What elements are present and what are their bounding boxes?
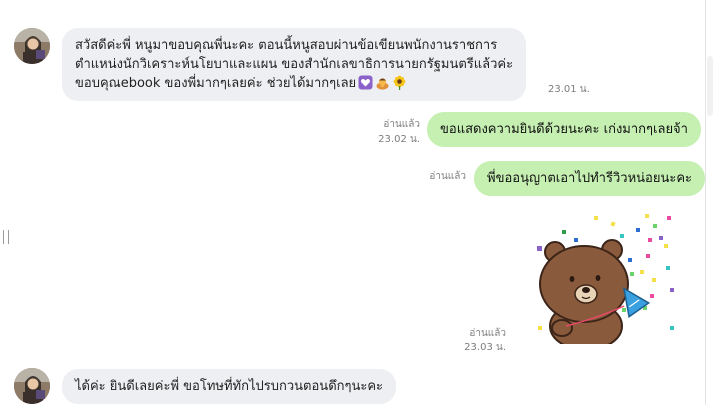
heart-icon <box>358 75 373 90</box>
message-text: ได้ค่ะ ยินดีเลยค่ะพี่ ขอโทษที่ทักไปรบกวน… <box>75 379 384 394</box>
message-bubble-incoming[interactable]: ได้ค่ะ ยินดีเลยค่ะพี่ ขอโทษที่ทักไปรบกวน… <box>62 369 397 404</box>
message-time: 23.02 น. <box>378 134 420 145</box>
message-line: ตำแหน่งนักวิเคราะห์นโยบาและแผน ของสำนักเ… <box>75 57 514 72</box>
message-time: 23.01 น. <box>548 84 590 95</box>
contact-avatar[interactable] <box>14 28 50 64</box>
message-bubble-incoming[interactable]: สวัสดีค่ะพี่ หนูมาขอบคุณพี่นะคะ ตอนนี้หน… <box>62 28 527 101</box>
read-receipt: อ่านแล้ว <box>383 119 420 130</box>
message-bubble-outgoing[interactable]: พี่ขออนุญาตเอาไปทำรีวิวหน่อยนะคะ <box>474 161 705 196</box>
message-bubble-outgoing[interactable]: ขอแสดงความยินดีด้วยนะคะ เก่งมากๆเลยจ้า <box>427 112 701 147</box>
sunflower-icon <box>393 75 406 90</box>
bowing-person-icon <box>376 78 389 90</box>
resize-handle[interactable] <box>3 230 9 244</box>
message-text: พี่ขออนุญาตเอาไปทำรีวิวหน่อยนะคะ <box>487 171 692 186</box>
scrollbar-thumb[interactable] <box>707 56 713 116</box>
contact-avatar[interactable] <box>14 368 50 404</box>
message-time: 23.03 น. <box>464 342 506 353</box>
message-text: ขอแสดงความยินดีด้วยนะคะ เก่งมากๆเลยจ้า <box>440 122 688 137</box>
message-line: ขอบคุณebook ของพี่มากๆเลยค่ะ ช่วยได้มากๆ… <box>75 74 513 93</box>
read-receipt: อ่านแล้ว <box>469 328 506 339</box>
message-line: สวัสดีค่ะพี่ หนูมาขอบคุณพี่นะคะ ตอนนี้หน… <box>75 38 498 53</box>
brown-bear-celebration-sticker[interactable] <box>528 208 688 351</box>
chat-window: สวัสดีค่ะพี่ หนูมาขอบคุณพี่นะคะ ตอนนี้หน… <box>0 0 714 405</box>
read-receipt: อ่านแล้ว <box>429 171 466 182</box>
